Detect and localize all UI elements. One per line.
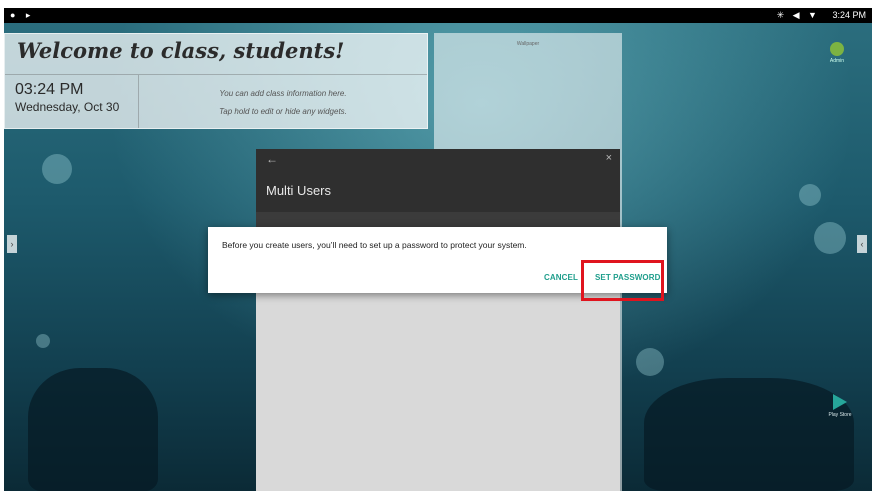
class-info-line: Tap hold to edit or hide any widgets. [219, 107, 347, 116]
divider [5, 74, 427, 75]
notification-icons: ● ▸ [10, 10, 35, 20]
account-shortcut[interactable]: Admin [822, 42, 852, 64]
play-store-icon [833, 394, 847, 410]
wallpaper-title: Wallpaper [516, 41, 540, 47]
bubble-decoration [42, 154, 72, 184]
right-edge-arrow-button[interactable]: ‹ [857, 235, 867, 253]
close-icon[interactable]: × [606, 152, 612, 164]
back-arrow-icon[interactable]: ← [266, 152, 278, 166]
class-info-line: You can add class information here. [219, 89, 347, 98]
avatar-icon [830, 42, 844, 56]
status-bar: ● ▸ ✳ ◀ ▼ 3:24 PM [4, 8, 872, 23]
clock-date: Wednesday, Oct 30 [15, 100, 120, 114]
multi-users-panel: ← × Multi Users [256, 149, 620, 491]
bubble-decoration [636, 348, 664, 376]
welcome-widget[interactable]: Welcome to class, students! 03:24 PM Wed… [4, 33, 428, 129]
bubble-decoration [799, 184, 821, 206]
status-right: ✳ ◀ ▼ 3:24 PM [777, 8, 866, 23]
screen: ● ▸ ✳ ◀ ▼ 3:24 PM Welcome to class, stud… [4, 8, 872, 491]
bubble-decoration [36, 334, 50, 348]
highlight-box [581, 260, 664, 301]
welcome-title: Welcome to class, students! [17, 38, 345, 63]
play-store-shortcut[interactable]: Play Store [822, 394, 858, 418]
system-status-icons: ✳ ◀ ▼ [776, 10, 820, 20]
clock-time: 03:24 PM [15, 81, 84, 98]
account-label: Admin [829, 58, 845, 64]
dialog-message: Before you create users, you’ll need to … [222, 240, 527, 250]
panel-header: ← × Multi Users [256, 149, 620, 212]
panel-title: Multi Users [266, 183, 332, 198]
seaweed-decoration [28, 368, 158, 491]
cancel-button[interactable]: CANCEL [544, 273, 578, 282]
class-info: You can add class information here. Tap … [139, 85, 427, 121]
bubble-decoration [814, 222, 846, 254]
clock-widget: 03:24 PM Wednesday, Oct 30 [15, 81, 119, 114]
status-time: 3:24 PM [832, 10, 866, 20]
left-edge-arrow-button[interactable]: › [7, 235, 17, 253]
play-store-label: Play Store [828, 412, 852, 418]
